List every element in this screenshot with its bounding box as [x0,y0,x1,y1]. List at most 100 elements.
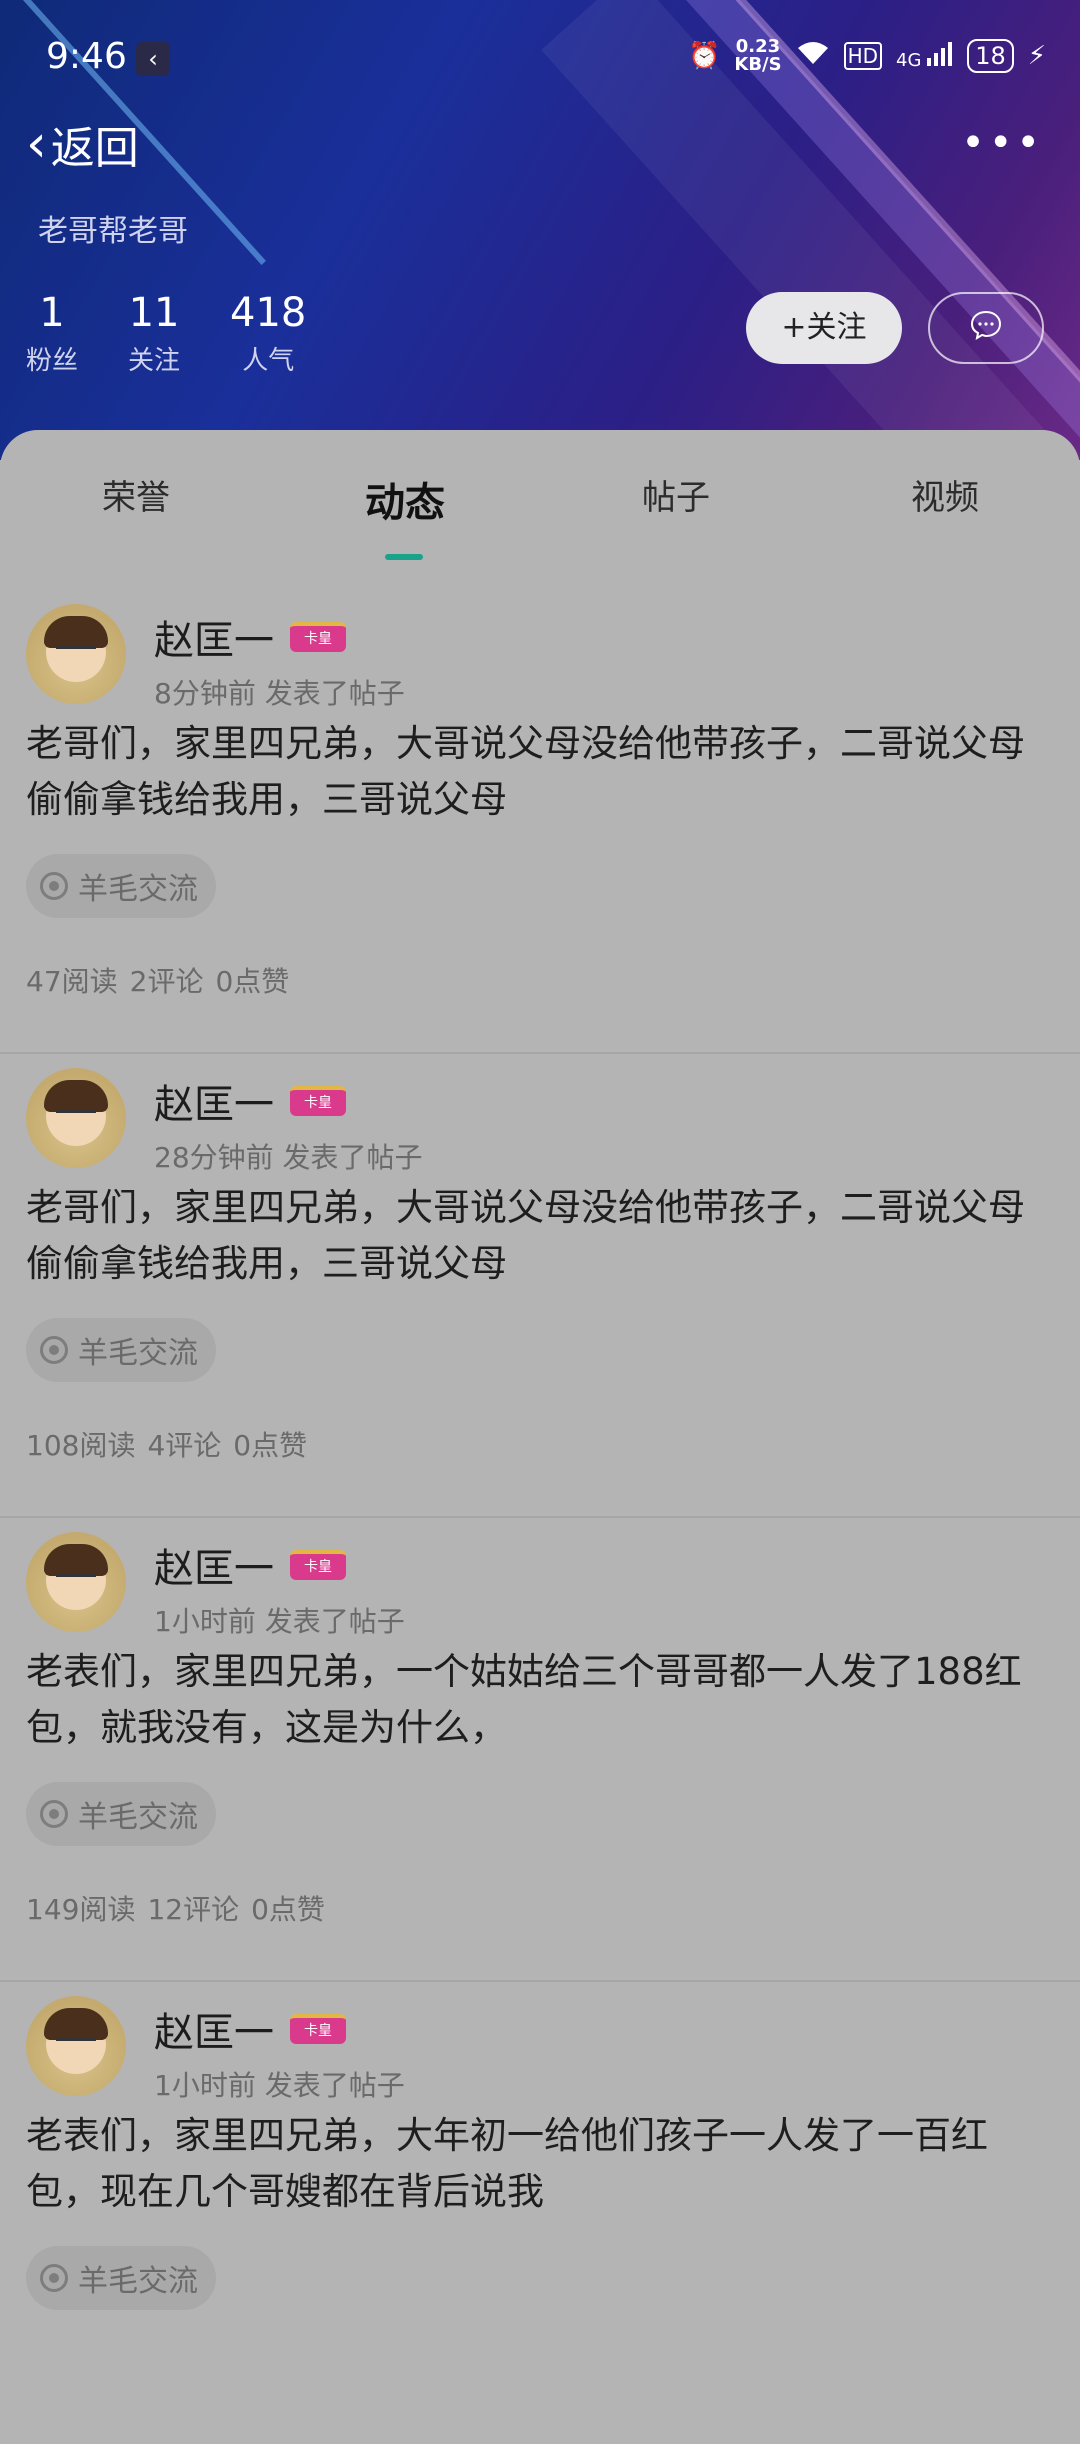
comment-count: 4评论 [147,1429,222,1462]
profile-header: 9:46 ‹ ⏰ 0.23 KB/S HD 4G 18 ⚡ ‹ 返回 ••• 老… [0,0,1080,460]
avatar-hair [44,2008,108,2040]
avatar[interactable] [26,604,126,704]
topic-tag[interactable]: 羊毛交流 [26,1318,216,1382]
battery-level: 18 [967,39,1014,73]
alarm-icon: ⏰ [688,41,721,71]
post-author[interactable]: 赵匡一 卡皇 [154,608,346,666]
post-meta: 8分钟前 发表了帖子 [154,677,405,710]
avatar-glasses [56,1574,96,1589]
read-count: 108阅读 [26,1429,136,1462]
active-tab-indicator [385,554,423,560]
hd-icon: HD [843,42,883,70]
crown-badge-icon: 卡皇 [290,622,346,652]
avatar[interactable] [26,1996,126,2096]
topic-icon [40,872,68,900]
tab-bar: 荣誉 动态 帖子 视频 [0,470,1080,550]
profile-stats: 1 粉丝 11 关注 418 人气 [26,290,306,377]
stat-fans[interactable]: 1 粉丝 [26,290,78,377]
feed-post[interactable]: 赵匡一 卡皇 28分钟前 发表了帖子 老哥们，家里四兄弟，大哥说父母没给他带孩子… [0,1054,1080,1518]
avatar-glasses [56,646,96,661]
content-sheet: 荣誉 动态 帖子 视频 赵匡一 卡皇 8分钟前 发表了帖子 老哥们，家里四兄弟，… [0,430,1080,2310]
post-content[interactable]: 老表们，家里四兄弟，一个姑姑给三个哥哥都一人发了188红包，就我没有，这是为什么… [26,1644,1056,1756]
topic-label: 羊毛交流 [78,2264,198,2299]
topic-icon [40,1336,68,1364]
post-meta: 28分钟前 发表了帖子 [154,1141,423,1174]
topic-tag[interactable]: 羊毛交流 [26,2246,216,2310]
feed-post[interactable]: 赵匡一 卡皇 8分钟前 发表了帖子 老哥们，家里四兄弟，大哥说父母没给他带孩子，… [0,590,1080,1054]
follow-button[interactable]: +关注 [746,292,902,364]
back-button[interactable]: ‹ 返回 [26,112,139,176]
like-count: 0点赞 [233,1429,308,1462]
post-meta: 1小时前 发表了帖子 [154,2069,405,2102]
post-counts: 47阅读 2评论 0点赞 [26,960,301,1000]
topic-icon [40,2264,68,2292]
avatar[interactable] [26,1532,126,1632]
stat-number: 11 [128,290,180,336]
chevron-left-icon: ‹ [26,114,47,174]
avatar[interactable] [26,1068,126,1168]
tab-honor[interactable]: 荣誉 [36,470,236,519]
stat-label: 粉丝 [26,346,79,376]
topic-label: 羊毛交流 [78,1800,198,1835]
status-icons: ⏰ 0.23 KB/S HD 4G 18 ⚡ [688,38,1046,74]
network-type: 4G [896,49,922,71]
charging-icon: ⚡ [1027,41,1046,71]
back-label: 返回 [50,123,139,174]
topic-tag[interactable]: 羊毛交流 [26,1782,216,1846]
post-author[interactable]: 赵匡一 卡皇 [154,1072,346,1130]
crown-badge-icon: 卡皇 [290,2014,346,2044]
avatar-hair [44,1544,108,1576]
read-count: 47阅读 [26,965,118,998]
post-content[interactable]: 老哥们，家里四兄弟，大哥说父母没给他带孩子，二哥说父母偷偷拿钱给我用，三哥说父母 [26,1180,1056,1292]
avatar-glasses [56,2038,96,2053]
post-content[interactable]: 老哥们，家里四兄弟，大哥说父母没给他带孩子，二哥说父母偷偷拿钱给我用，三哥说父母 [26,716,1056,828]
post-content[interactable]: 老表们，家里四兄弟，大年初一给他们孩子一人发了一百红包，现在几个哥嫂都在背后说我 [26,2108,1056,2220]
comment-count: 12评论 [147,1893,240,1926]
status-time: 9:46 [46,36,127,77]
chat-bubble-icon [970,310,1002,347]
tab-videos[interactable]: 视频 [845,470,1045,519]
activity-feed: 赵匡一 卡皇 8分钟前 发表了帖子 老哥们，家里四兄弟，大哥说父母没给他带孩子，… [0,590,1080,2444]
stat-following[interactable]: 11 关注 [128,290,180,377]
post-meta: 1小时前 发表了帖子 [154,1605,405,1638]
more-icon[interactable]: ••• [961,120,1044,166]
stat-popularity: 418 人气 [230,290,306,377]
comment-count: 2评论 [129,965,204,998]
author-name: 赵匡一 [154,2010,274,2056]
back-app-icon: ‹ [136,42,170,76]
profile-nickname: 老哥帮老哥 [38,214,188,249]
avatar-hair [44,616,108,648]
tab-posts[interactable]: 帖子 [576,470,776,519]
status-bar: 9:46 ‹ ⏰ 0.23 KB/S HD 4G 18 ⚡ [0,20,1080,100]
read-count: 149阅读 [26,1893,136,1926]
topic-label: 羊毛交流 [78,872,198,907]
feed-post[interactable]: 赵匡一 卡皇 1小时前 发表了帖子 老表们，家里四兄弟，一个姑姑给三个哥哥都一人… [0,1518,1080,1982]
author-name: 赵匡一 [154,1546,274,1592]
wifi-icon [796,40,830,73]
feed-post[interactable]: 赵匡一 卡皇 1小时前 发表了帖子 老表们，家里四兄弟，大年初一给他们孩子一人发… [0,1982,1080,2444]
like-count: 0点赞 [215,965,290,998]
signal-icon: 4G [896,41,953,71]
topic-icon [40,1800,68,1828]
stat-number: 1 [39,290,65,336]
avatar-hair [44,1080,108,1112]
author-name: 赵匡一 [154,618,274,664]
author-name: 赵匡一 [154,1082,274,1128]
like-count: 0点赞 [251,1893,325,1926]
message-button[interactable] [928,292,1044,364]
topic-label: 羊毛交流 [78,1336,198,1371]
stat-number: 418 [230,290,307,336]
tab-activity[interactable]: 动态 [305,470,505,528]
avatar-glasses [56,1110,96,1125]
crown-badge-icon: 卡皇 [290,1086,346,1116]
post-counts: 149阅读 12评论 0点赞 [26,1888,337,1928]
speed-unit: KB/S [734,54,782,75]
stat-label: 关注 [128,346,181,376]
post-author[interactable]: 赵匡一 卡皇 [154,2000,346,2058]
post-counts: 108阅读 4评论 0点赞 [26,1424,319,1464]
post-author[interactable]: 赵匡一 卡皇 [154,1536,346,1594]
crown-badge-icon: 卡皇 [290,1550,346,1580]
stat-label: 人气 [242,346,295,376]
network-speed: 0.23 KB/S [734,38,781,74]
topic-tag[interactable]: 羊毛交流 [26,854,216,918]
